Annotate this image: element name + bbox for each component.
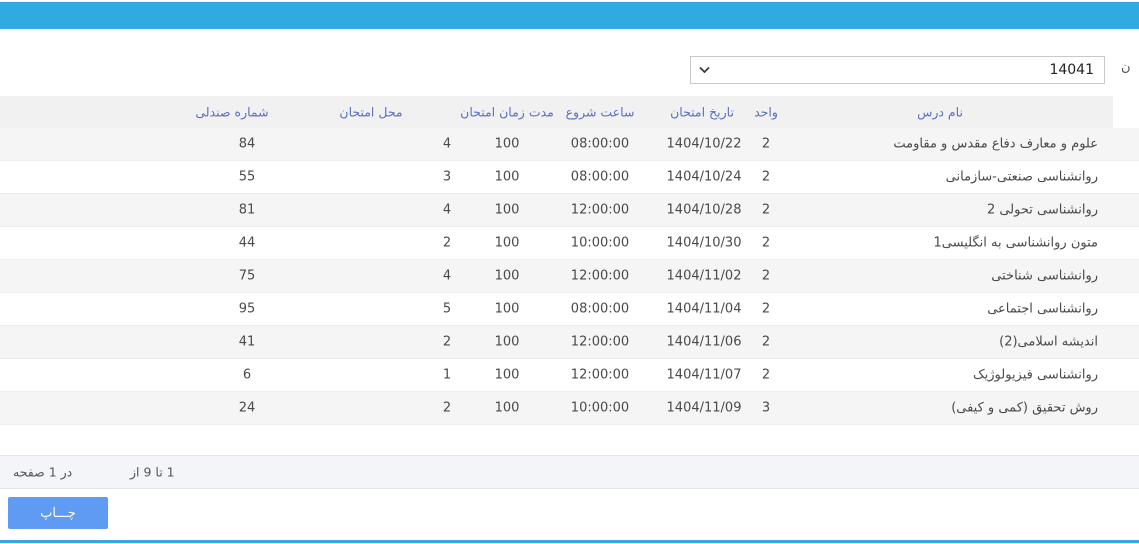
cell-units: 2 [761,268,771,284]
cell-location: 4 [442,268,452,284]
cell-date: 1404/11/06 [666,334,742,350]
table-row[interactable]: 24 2 100 10:00:00 1404/11/09 3 روش تحقیق (کمی … [0,392,1139,425]
cell-date: 1404/11/07 [666,367,742,383]
cell-start: 08:00:00 [570,136,630,152]
cell-course: متون روانشناسی به انگلیسی1 [933,235,1098,251]
cell-start: 10:00:00 [570,400,630,416]
cell-duration: 100 [494,235,520,251]
cell-units: 2 [761,301,771,317]
column-header-seat[interactable]: شماره صندلی [195,105,268,120]
table-row[interactable]: 84 4 100 08:00:00 1404/10/22 2 علوم و معارف دف… [0,128,1139,161]
cell-duration: 100 [494,136,520,152]
cell-seat: 55 [238,169,256,185]
column-header-start[interactable]: ساعت شروع [566,105,635,120]
semester-label-fragment: ن [1121,60,1131,75]
cell-location: 2 [442,400,452,416]
cell-start: 12:00:00 [570,334,630,350]
table-header-row: شماره صندلی محل امتحان مدت زمان امتحان ساعت… [0,96,1113,129]
cell-duration: 100 [494,202,520,218]
cell-start: 12:00:00 [570,367,630,383]
cell-date: 1404/11/02 [666,268,742,284]
cell-date: 1404/10/30 [666,235,742,251]
cell-course: روانشناسی صنعتی-سازمانی [945,169,1098,185]
bottom-divider [0,540,1139,543]
pager-range-text: 1 تا 9 از [130,464,175,480]
cell-location: 4 [442,136,452,152]
table-row[interactable]: 95 5 100 08:00:00 1404/11/04 2 روانشناسی اجتما… [0,293,1139,326]
cell-seat: 84 [238,136,256,152]
cell-duration: 100 [494,400,520,416]
column-header-course[interactable]: نام درس [917,105,963,120]
cell-seat: 44 [238,235,256,251]
semester-select[interactable]: 14041 [690,56,1105,84]
cell-start: 08:00:00 [570,301,630,317]
cell-seat: 81 [238,202,256,218]
cell-units: 2 [761,202,771,218]
chevron-down-icon [698,66,711,75]
cell-course: اندیشه اسلامی(2) [999,334,1098,350]
cell-date: 1404/10/24 [666,169,742,185]
cell-location: 2 [442,235,452,251]
cell-start: 10:00:00 [570,235,630,251]
cell-location: 5 [442,301,452,317]
cell-location: 4 [442,202,452,218]
cell-seat: 41 [238,334,256,350]
cell-course: علوم و معارف دفاع مقدس و مقاومت [893,136,1098,152]
cell-date: 1404/10/28 [666,202,742,218]
cell-location: 2 [442,334,452,350]
cell-course: روش تحقیق (کمی و کیفی) [951,400,1098,416]
cell-duration: 100 [494,169,520,185]
cell-date: 1404/11/04 [666,301,742,317]
top-navigation-bar [0,2,1139,29]
cell-units: 2 [761,169,771,185]
cell-location: 3 [442,169,452,185]
cell-duration: 100 [494,334,520,350]
cell-duration: 100 [494,301,520,317]
exam-schedule-table: 84 4 100 08:00:00 1404/10/22 2 علوم و معارف دف… [0,128,1139,425]
cell-units: 2 [761,235,771,251]
cell-seat: 6 [242,367,252,383]
cell-start: 12:00:00 [570,268,630,284]
table-row[interactable]: 81 4 100 12:00:00 1404/10/28 2 روانشناسی تحولی… [0,194,1139,227]
cell-units: 2 [761,136,771,152]
print-button[interactable]: چـــاپ [8,497,108,529]
column-header-location[interactable]: محل امتحان [339,105,402,120]
pager-page-text: در 1 صفحه [13,464,73,480]
semester-select-value: 14041 [1049,62,1094,78]
column-header-duration[interactable]: مدت زمان امتحان [460,105,554,120]
cell-seat: 24 [238,400,256,416]
cell-start: 08:00:00 [570,169,630,185]
cell-seat: 75 [238,268,256,284]
cell-units: 2 [761,367,771,383]
table-row[interactable]: 44 2 100 10:00:00 1404/10/30 2 متون روانشناسی … [0,227,1139,260]
cell-location: 1 [442,367,452,383]
cell-units: 2 [761,334,771,350]
cell-course: روانشناسی فیزیولوژیک [973,367,1098,383]
cell-course: روانشناسی شناختی [991,268,1098,284]
table-row[interactable]: 55 3 100 08:00:00 1404/10/24 2 روانشناسی صنعتی… [0,161,1139,194]
cell-duration: 100 [494,268,520,284]
column-header-date[interactable]: تاریخ امتحان [670,105,734,120]
table-row[interactable]: 75 4 100 12:00:00 1404/11/02 2 روانشناسی شناخت… [0,260,1139,293]
cell-start: 12:00:00 [570,202,630,218]
pagination-bar: 1 تا 9 از در 1 صفحه [0,455,1139,489]
cell-seat: 95 [238,301,256,317]
cell-date: 1404/10/22 [666,136,742,152]
cell-course: روانشناسی اجتماعی [987,301,1098,317]
table-row[interactable]: 41 2 100 12:00:00 1404/11/06 2 اندیشه اسلامی(2… [0,326,1139,359]
cell-date: 1404/11/09 [666,400,742,416]
column-header-units[interactable]: واحد [754,105,778,120]
cell-course: روانشناسی تحولی 2 [986,202,1098,218]
cell-duration: 100 [494,367,520,383]
table-row[interactable]: 6 1 100 12:00:00 1404/11/07 2 روانشناسی فیزیول… [0,359,1139,392]
cell-units: 3 [761,400,771,416]
